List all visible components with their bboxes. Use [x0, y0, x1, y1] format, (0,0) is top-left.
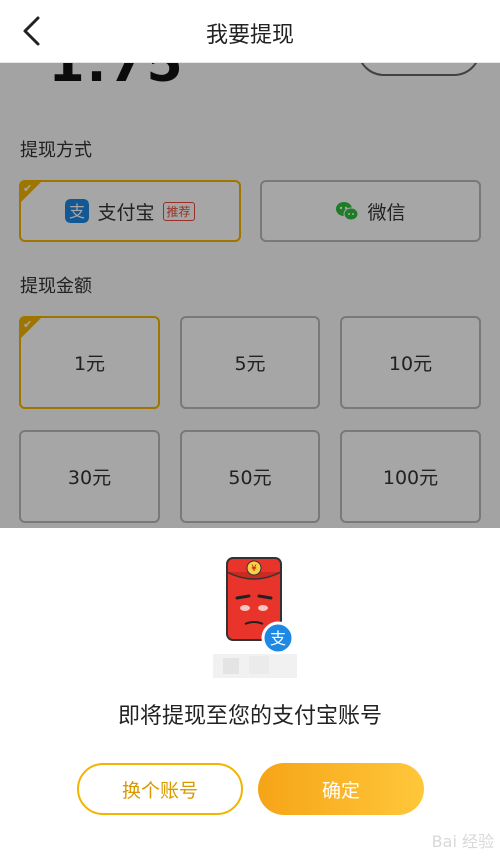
confirm-button[interactable]: 确定 [258, 763, 424, 815]
app-header: 我要提现 [0, 0, 500, 63]
switch-account-button[interactable]: 换个账号 [77, 763, 243, 815]
page-title: 我要提现 [205, 23, 294, 48]
svg-text:¥: ¥ [251, 564, 257, 574]
svg-text:支: 支 [270, 629, 286, 648]
baidu-watermark: Bai 经验 [431, 832, 494, 851]
modal-backdrop[interactable] [0, 62, 500, 528]
confirm-sheet: ¥ 支 即将提现至您的支付宝账号 换个账号 确定 [0, 528, 500, 856]
dialog-message: 即将提现至您的支付宝账号 [117, 704, 382, 729]
red-envelope-alipay-illustration: ¥ 支 [213, 557, 297, 678]
